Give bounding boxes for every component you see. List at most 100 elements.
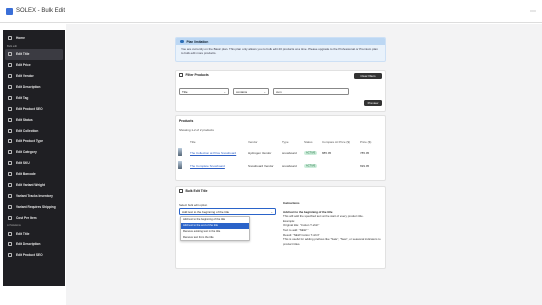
menu-item-icon	[8, 117, 12, 122]
filter-operator-select[interactable]: contains ⌄	[233, 88, 269, 95]
sidebar-item-label: Edit Variant Weight	[16, 183, 45, 188]
menu-item-icon	[8, 128, 12, 133]
sidebar-item-variant-tracks-inventory[interactable]: Variant Tracks Inventory	[3, 190, 65, 201]
bulk-edit-title: Bulk Edit Title	[179, 189, 207, 193]
more-menu-icon[interactable]: ⋯	[530, 8, 536, 15]
column-header: Type	[282, 140, 289, 144]
menu-item-icon	[8, 204, 12, 209]
clear-filters-button[interactable]: Clear filters	[354, 73, 382, 79]
product-thumbnail	[178, 148, 182, 156]
sidebar-item-edit-title[interactable]: Edit Title	[3, 228, 65, 239]
sidebar-item-edit-sku[interactable]: Edit SKU	[3, 158, 65, 169]
bulk-option-value: Add text to the beginning of the title	[182, 209, 230, 214]
filter-field-select[interactable]: Title ⌄	[179, 88, 229, 95]
menu-item-icon	[8, 253, 12, 258]
menu-item-icon	[8, 231, 12, 236]
sidebar-item-label: Edit Vendor	[16, 74, 34, 79]
column-header: Price ($)	[360, 140, 372, 144]
app-logo-icon	[6, 7, 13, 15]
sidebar: Home Bulk edit Edit Title Edit Price Edit …	[3, 30, 65, 286]
chevron-down-icon: ⌄	[270, 209, 273, 214]
sidebar-item-edit-collection[interactable]: Edit Collection	[3, 125, 65, 136]
menu-item-icon	[8, 193, 12, 198]
product-type: snowboard	[282, 163, 297, 168]
sidebar-item-label: Edit Status	[16, 117, 33, 122]
home-icon	[8, 36, 12, 41]
products-count: Showing 1-2 of 2 products	[179, 128, 214, 132]
filter-title-label: Filter Products	[185, 73, 209, 77]
product-title-link[interactable]: The Complete Snowboard	[190, 164, 225, 168]
dropdown-option[interactable]: Remove text from the title	[181, 234, 249, 240]
sidebar-item-label: Edit SKU	[16, 161, 30, 166]
menu-item-icon	[8, 215, 12, 220]
banner-title: Plan limitation	[186, 39, 209, 44]
preview-button[interactable]: Preview	[364, 100, 382, 106]
table-header-row: Title Vendor Type Status Compare At Pric…	[178, 138, 384, 146]
sidebar-item-edit-product-seo[interactable]: Edit Product SEO	[3, 103, 65, 114]
product-thumbnail	[178, 161, 182, 169]
menu-item-icon	[8, 106, 12, 111]
product-compare-price	[322, 159, 360, 172]
sidebar-item-edit-description[interactable]: Edit Description	[3, 82, 65, 93]
sidebar-item-label: Edit Barcode	[16, 172, 36, 177]
sidebar-item-edit-price[interactable]: Edit Price	[3, 60, 65, 71]
column-header: Compare At Price ($)	[322, 140, 351, 144]
chevron-down-icon: ⌄	[223, 89, 226, 94]
products-table: Title Vendor Type Status Compare At Pric…	[178, 138, 384, 172]
sidebar-item-label: Edit Title	[16, 231, 30, 236]
menu-item-icon	[8, 161, 12, 166]
sidebar-item-label: Edit Category	[16, 150, 37, 155]
menu-item-icon	[8, 139, 12, 144]
sidebar-item-cost-per-item[interactable]: Cost Per Item	[3, 212, 65, 223]
sidebar-item-edit-variant-weight[interactable]: Edit Variant Weight	[3, 180, 65, 191]
sidebar-item-label: Edit Description	[16, 85, 41, 89]
banner-text: You are currently on the Basic plan. Thi…	[181, 47, 378, 55]
sidebar-item-edit-barcode[interactable]: Edit Barcode	[3, 169, 65, 180]
sidebar-item-variant-requires-shipping[interactable]: Variant Requires Shipping	[3, 201, 65, 212]
sidebar-item-edit-vendor[interactable]: Edit Vendor	[3, 71, 65, 82]
product-vendor: Hydrogen Vendor	[248, 150, 272, 155]
sidebar-item-label: Edit Product Type	[16, 139, 44, 144]
sidebar-item-label: Edit Title	[16, 52, 30, 57]
product-title-link[interactable]: The Collection at Price Snowboard	[190, 151, 236, 155]
sidebar-item-edit-product-type[interactable]: Edit Product Type	[3, 136, 65, 147]
menu-item-icon	[8, 52, 12, 57]
product-price: 785.95	[360, 150, 370, 155]
menu-item-icon	[8, 172, 12, 177]
sidebar-item-edit-description[interactable]: Edit Description	[3, 239, 65, 250]
sidebar-item-label: Home	[16, 36, 25, 41]
sidebar-item-label: Edit Price	[16, 63, 31, 68]
info-icon	[180, 39, 184, 44]
sidebar-item-label: Variant Requires Shipping	[16, 204, 56, 209]
sidebar-item-edit-product-seo[interactable]: Edit Product SEO	[3, 250, 65, 261]
table-row: The Collection at Price Snowboard Hydrog…	[178, 146, 384, 159]
column-header: Title	[190, 140, 196, 144]
product-price: 699.95	[360, 163, 370, 168]
sidebar-item-label: Edit Tag	[16, 95, 29, 100]
sidebar-item-edit-status[interactable]: Edit Status	[3, 114, 65, 125]
menu-item-icon	[8, 74, 12, 79]
plan-limitation-banner: Plan limitation You are currently on the…	[175, 37, 386, 62]
status-badge: ACTIVE	[304, 151, 318, 155]
sidebar-item-label: Edit Product SEO	[16, 106, 43, 111]
filter-icon	[179, 73, 183, 77]
menu-item-icon	[8, 85, 12, 89]
filter-value-input[interactable]: cum	[273, 88, 349, 95]
product-vendor: Snowboard Vendor	[248, 163, 274, 168]
menu-item-icon	[8, 63, 12, 68]
sidebar-item-label: Edit Collection	[16, 128, 39, 133]
sidebar-item-edit-title[interactable]: Edit Title	[5, 48, 63, 60]
bulk-option-select[interactable]: Add text to the beginning of the title ⌄	[179, 208, 276, 215]
sidebar-item-label: Variant Tracks Inventory	[16, 193, 53, 198]
menu-item-icon	[8, 95, 12, 100]
sidebar-item-edit-tag[interactable]: Edit Tag	[3, 92, 65, 103]
sidebar-item-label: Edit Description	[16, 242, 41, 247]
app-titlebar: SOLEX - Bulk Edit ⋯	[0, 0, 542, 23]
sidebar-item-label: Cost Per Item	[16, 215, 37, 220]
sidebar-item-edit-category[interactable]: Edit Category	[3, 147, 65, 158]
menu-item-icon	[8, 183, 12, 188]
sidebar-item-home[interactable]: Home	[3, 33, 65, 44]
column-header: Vendor	[248, 140, 258, 144]
products-title: Products	[179, 119, 194, 123]
instructions-panel: Instructions Add text to the beginning o…	[283, 201, 383, 246]
